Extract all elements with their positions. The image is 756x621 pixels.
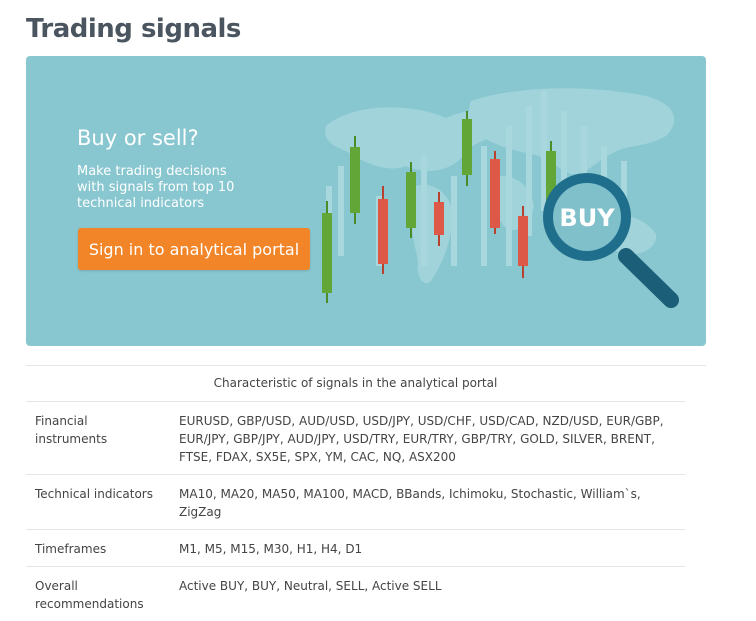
row-label: Overall recommendations xyxy=(26,567,170,621)
green-candle xyxy=(322,213,332,293)
green-candle xyxy=(406,172,416,228)
banner-heading: Buy or sell? xyxy=(77,126,199,150)
red-candle xyxy=(518,216,528,266)
magnifier-text: BUY xyxy=(559,204,615,232)
green-candle xyxy=(350,147,360,213)
row-value: MA10, MA20, MA50, MA100, MACD, BBands, I… xyxy=(170,475,685,530)
page-title: Trading signals xyxy=(26,14,241,44)
red-candle xyxy=(490,159,500,228)
row-label: Financial instruments xyxy=(26,402,170,475)
signals-table-section: Characteristic of signals in the analyti… xyxy=(26,365,706,621)
sign-in-portal-button[interactable]: Sign in to analytical portal xyxy=(78,228,310,270)
red-candle xyxy=(434,202,444,235)
signals-table: Financial instruments EURUSD, GBP/USD, A… xyxy=(26,402,685,621)
green-candle xyxy=(462,119,472,175)
table-row: Timeframes M1, M5, M15, M30, H1, H4, D1 xyxy=(26,530,685,567)
table-row: Financial instruments EURUSD, GBP/USD, A… xyxy=(26,402,685,475)
row-value: EURUSD, GBP/USD, AUD/USD, USD/JPY, USD/C… xyxy=(170,402,685,475)
table-caption: Characteristic of signals in the analyti… xyxy=(26,366,685,402)
row-label: Technical indicators xyxy=(26,475,170,530)
promo-banner: BUY Buy or sell? Make trading decisions … xyxy=(26,56,706,346)
row-value: M1, M5, M15, M30, H1, H4, D1 xyxy=(170,530,685,567)
table-row: Overall recommendations Active BUY, BUY,… xyxy=(26,567,685,621)
row-value: Active BUY, BUY, Neutral, SELL, Active S… xyxy=(170,567,685,621)
red-candle xyxy=(378,199,388,264)
banner-description: Make trading decisions with signals from… xyxy=(77,164,247,212)
table-row: Technical indicators MA10, MA20, MA50, M… xyxy=(26,475,685,530)
row-label: Timeframes xyxy=(26,530,170,567)
